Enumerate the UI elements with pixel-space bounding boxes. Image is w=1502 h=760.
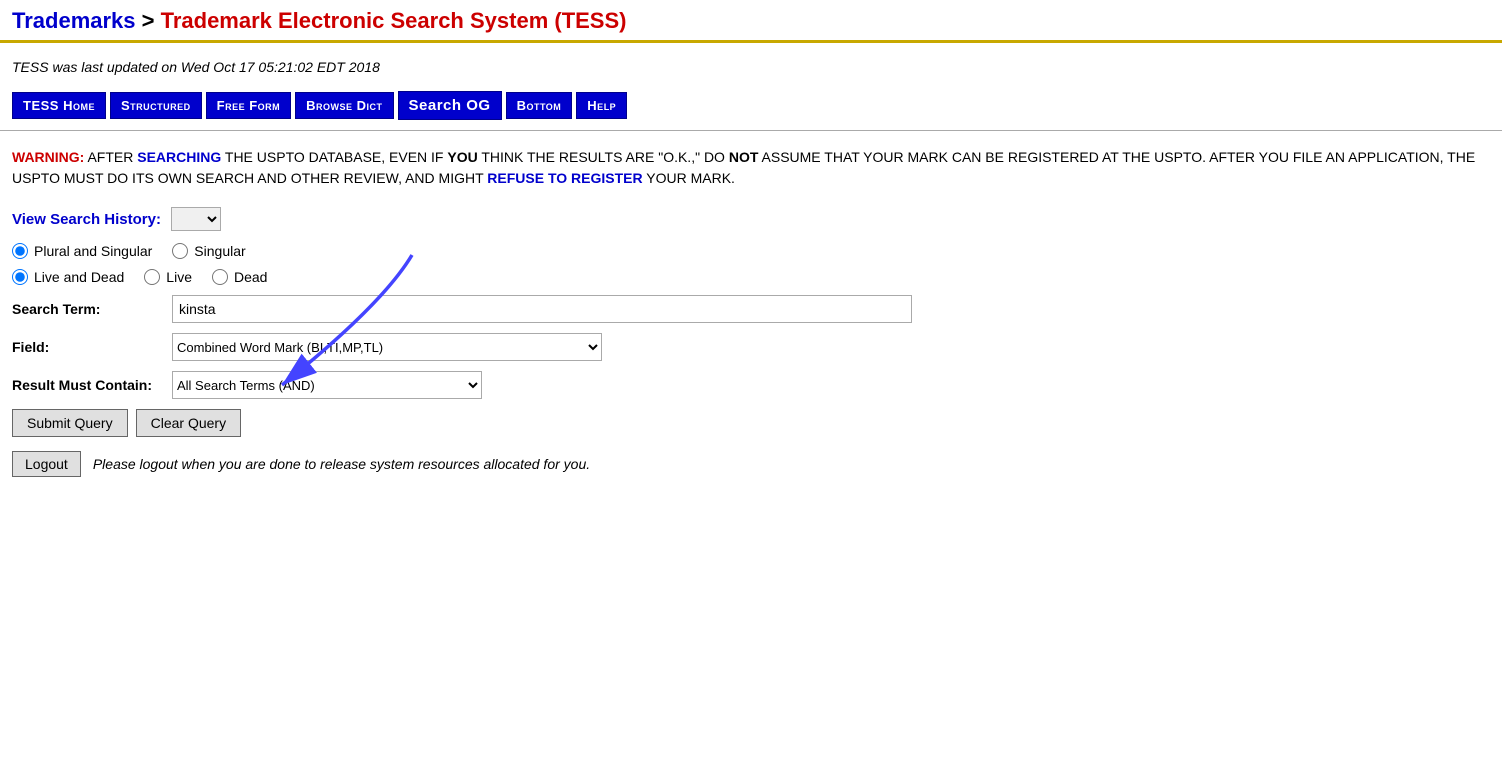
result-must-contain-label: Result Must Contain: xyxy=(12,377,172,393)
last-updated-text: TESS was last updated on Wed Oct 17 05:2… xyxy=(0,43,1502,85)
dead-radio[interactable] xyxy=(212,269,228,285)
view-search-history-row: View Search History: xyxy=(12,207,1490,231)
warning-label: WARNING: xyxy=(12,149,84,165)
submit-query-button[interactable]: Submit Query xyxy=(12,409,128,437)
live-option[interactable]: Live xyxy=(144,269,192,285)
plural-singular-label: Plural and Singular xyxy=(34,243,152,259)
plurality-radio-row: Plural and Singular Singular xyxy=(12,243,1490,259)
header-trademarks: Trademarks xyxy=(12,8,136,33)
view-search-history-label: View Search History: xyxy=(12,211,161,228)
clear-query-button[interactable]: Clear Query xyxy=(136,409,241,437)
last-updated-label: TESS was last updated on Wed Oct 17 05:2… xyxy=(12,59,380,75)
warning-text1: AFTER xyxy=(84,149,137,165)
search-term-row: Search Term: xyxy=(12,295,1490,323)
page-header: Trademarks > Trademark Electronic Search… xyxy=(0,0,1502,43)
nav-free-form[interactable]: Free Form xyxy=(206,92,292,119)
live-dead-radio[interactable] xyxy=(12,269,28,285)
search-term-label: Search Term: xyxy=(12,301,172,317)
singular-radio[interactable] xyxy=(172,243,188,259)
nav-structured[interactable]: Structured xyxy=(110,92,202,119)
singular-label: Singular xyxy=(194,243,245,259)
search-term-input[interactable] xyxy=(172,295,912,323)
plural-singular-option[interactable]: Plural and Singular xyxy=(12,243,152,259)
live-dead-option[interactable]: Live and Dead xyxy=(12,269,124,285)
warning-you: YOU xyxy=(447,149,477,165)
field-label: Field: xyxy=(12,339,172,355)
result-must-contain-row: Result Must Contain: All Search Terms (A… xyxy=(12,371,1490,399)
status-radio-row: Live and Dead Live Dead xyxy=(12,269,1490,285)
warning-refuse: REFUSE TO REGISTER xyxy=(487,170,642,186)
plural-singular-radio[interactable] xyxy=(12,243,28,259)
warning-text5: YOUR MARK. xyxy=(643,170,735,186)
dead-label: Dead xyxy=(234,269,267,285)
logout-row: Logout Please logout when you are done t… xyxy=(12,451,1490,477)
live-dead-label: Live and Dead xyxy=(34,269,124,285)
nav-search-og[interactable]: Search OG xyxy=(398,91,502,120)
nav-tess-home[interactable]: TESS Home xyxy=(12,92,106,119)
live-radio[interactable] xyxy=(144,269,160,285)
logout-note: Please logout when you are done to relea… xyxy=(93,456,590,472)
warning-text2: THE USPTO DATABASE, EVEN IF xyxy=(221,149,447,165)
nav-help[interactable]: Help xyxy=(576,92,627,119)
live-label: Live xyxy=(166,269,192,285)
search-history-select[interactable] xyxy=(171,207,221,231)
header-separator: > xyxy=(136,8,161,33)
warning-searching: SEARCHING xyxy=(137,149,221,165)
nav-bar: TESS Home Structured Free Form Browse Di… xyxy=(0,85,1502,131)
warning-section: WARNING: AFTER SEARCHING THE USPTO DATAB… xyxy=(0,131,1502,199)
nav-bottom[interactable]: Bottom xyxy=(506,92,573,119)
header-tess: Trademark Electronic Search System (TESS… xyxy=(161,8,627,33)
field-select[interactable]: Combined Word Mark (BI,TI,MP,TL) Basic I… xyxy=(172,333,602,361)
warning-not: NOT xyxy=(729,149,759,165)
logout-button[interactable]: Logout xyxy=(12,451,81,477)
query-buttons-row: Submit Query Clear Query xyxy=(12,409,1490,437)
field-row: Field: Combined Word Mark (BI,TI,MP,TL) … xyxy=(12,333,1490,361)
dead-option[interactable]: Dead xyxy=(212,269,267,285)
nav-browse-dict[interactable]: Browse Dict xyxy=(295,92,393,119)
warning-text3: THINK THE RESULTS ARE "O.K.," DO xyxy=(478,149,729,165)
result-must-contain-select[interactable]: All Search Terms (AND) Any Search Terms … xyxy=(172,371,482,399)
search-form: View Search History: Plural and Singular… xyxy=(0,199,1502,493)
singular-option[interactable]: Singular xyxy=(172,243,245,259)
